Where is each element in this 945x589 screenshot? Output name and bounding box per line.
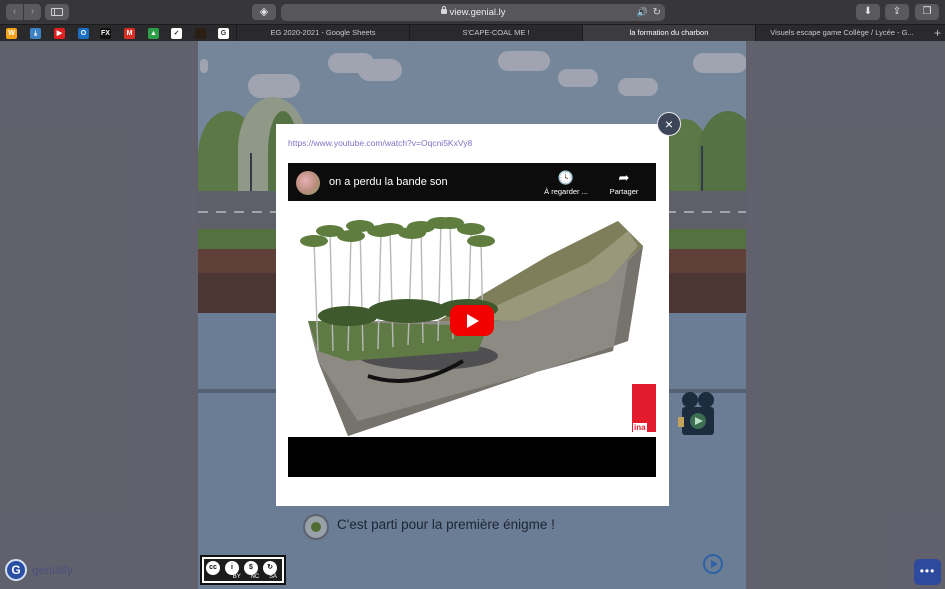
tab-bar: W ⤓ ▶ O FX M ▲ ✓ G EG 2020-2021 - Google Sheets … (0, 24, 945, 41)
play-button[interactable] (450, 305, 494, 336)
address-bar[interactable]: view.genial.ly 🔊 ↻ (281, 4, 665, 21)
tab-scape-coal[interactable]: S'CAPE-COAL ME ! (409, 25, 582, 41)
page-content: https://www.youtube.com/watch?v=Oqcni5Kx… (0, 41, 945, 589)
ina-logo-text: ina (633, 423, 647, 432)
back-button[interactable]: ‹ (6, 4, 23, 20)
next-slide-button[interactable] (703, 554, 723, 574)
shield-button[interactable]: ◈ (252, 4, 276, 20)
outlook-icon[interactable]: O (78, 28, 89, 39)
drive-icon[interactable]: ▲ (148, 28, 159, 39)
google-icon[interactable]: G (218, 28, 229, 39)
channel-avatar[interactable] (296, 171, 320, 195)
forward-button[interactable]: › (24, 4, 41, 20)
watch-later-button[interactable]: 🕓 À regarder ... (536, 169, 596, 196)
youtube-player[interactable]: on a perdu la bande son 🕓 À regarder ...… (288, 163, 656, 477)
genially-icon: G (5, 559, 27, 581)
nike-icon[interactable]: ✓ (171, 28, 182, 39)
bookmark-blue-icon[interactable]: ⤓ (30, 28, 41, 39)
tab-sheets[interactable]: EG 2020-2021 - Google Sheets (236, 25, 409, 41)
chevron-left-icon: ‹ (12, 6, 17, 17)
wp-icon[interactable]: W (6, 28, 17, 39)
close-modal-button[interactable]: × (657, 112, 681, 136)
downloads-button[interactable]: ⬇ (856, 4, 880, 20)
tab-visuels[interactable]: Visuels escape game Collège / Lycée - G.… (755, 25, 928, 41)
gmail-icon[interactable]: M (124, 28, 135, 39)
sidebar-icon (51, 8, 63, 16)
tab-formation-charbon[interactable]: la formation du charbon (582, 25, 755, 41)
noncommercial-icon: $ (244, 561, 258, 575)
tag-icon: ◈ (259, 6, 269, 18)
license-badge[interactable]: cc i $ ↻ BY NC SA (200, 555, 286, 585)
video-share-label: Partager (609, 187, 639, 196)
video-thumbnail[interactable]: ina (288, 201, 656, 437)
video-header: on a perdu la bande son 🕓 À regarder ...… (288, 163, 656, 201)
share-button[interactable]: ⇪ (885, 4, 909, 20)
more-options-button[interactable]: ••• (914, 559, 941, 585)
dark-icon[interactable] (195, 28, 206, 39)
enigma-text[interactable]: C'est parti pour la première énigme ! (337, 517, 555, 532)
genially-wordmark: genially (32, 563, 73, 577)
video-camera-icon[interactable] (678, 391, 718, 437)
download-icon: ⬇ (863, 6, 873, 17)
tabs-icon: ❐ (922, 6, 932, 17)
lock-icon (440, 6, 447, 14)
browser-toolbar: ‹ › ◈ view.genial.ly 🔊 ↻ ⬇ ⇪ ❐ (0, 0, 945, 24)
fx-icon[interactable]: FX (100, 28, 111, 39)
video-share-button[interactable]: ➦ Partager (594, 169, 654, 196)
sidebar-toggle-button[interactable] (45, 4, 69, 20)
speaker-icon[interactable]: 🔊 (637, 4, 648, 21)
video-title[interactable]: on a perdu la bande son (329, 176, 448, 188)
share-arrow-icon: ➦ (618, 170, 630, 185)
reload-icon[interactable]: ↻ (653, 4, 661, 21)
video-url-link[interactable]: https://www.youtube.com/watch?v=Oqcni5Kx… (288, 138, 472, 148)
cc-icon: cc (206, 561, 220, 575)
license-by: BY (232, 574, 241, 580)
chevron-right-icon: › (30, 6, 35, 17)
new-tab-icon[interactable]: + (934, 25, 941, 41)
leaf-icon[interactable] (303, 514, 329, 540)
watch-later-label: À regarder ... (544, 187, 588, 196)
attribution-icon: i (225, 561, 239, 575)
tab-overview-button[interactable]: ❐ (915, 4, 939, 20)
clock-icon: 🕓 (557, 170, 575, 185)
share-alike-icon: ↻ (263, 561, 277, 575)
youtube-icon[interactable]: ▶ (54, 28, 65, 39)
video-controls-area[interactable] (288, 437, 656, 477)
address-text: view.genial.ly (449, 7, 506, 18)
video-modal: https://www.youtube.com/watch?v=Oqcni5Kx… (276, 124, 669, 506)
share-icon: ⇪ (892, 6, 902, 17)
